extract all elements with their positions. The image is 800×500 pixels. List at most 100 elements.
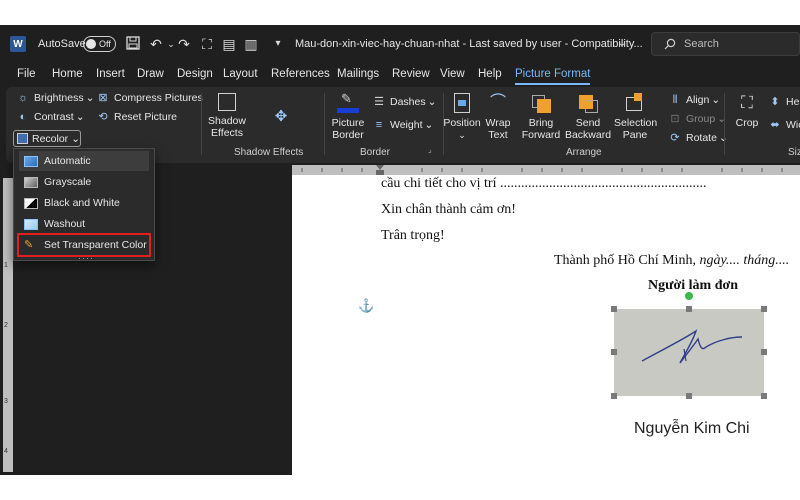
resize-handle[interactable]	[761, 349, 767, 355]
reset-picture-button[interactable]: ⟲ Reset Picture	[96, 111, 177, 123]
tab-file[interactable]: File	[17, 68, 36, 80]
selection-pane-label: Selection Pane	[614, 117, 658, 141]
tab-home[interactable]: Home	[52, 68, 83, 80]
menu-item-black-and-white[interactable]: Black and White	[19, 193, 149, 213]
title-dropdown-icon[interactable]: ⌄	[614, 36, 630, 52]
rotate-button[interactable]: ⟳ Rotate⌄	[668, 132, 727, 144]
crop-button[interactable]: ⛶ Crop	[732, 93, 762, 129]
tab-insert[interactable]: Insert	[96, 68, 125, 80]
tab-design[interactable]: Design	[177, 68, 213, 80]
align-icon: ⫴	[672, 94, 678, 106]
menu-item-grayscale[interactable]: Grayscale	[19, 172, 149, 192]
layout-icon[interactable]: ▥	[243, 36, 259, 52]
search-placeholder: Search	[684, 38, 719, 50]
place-date-rest: ngày.... tháng....	[695, 253, 790, 268]
place-date-line: Thành phố Hồ Chí Minh, ngày.... tháng...…	[554, 253, 789, 269]
picture-border-label: Picture Border	[331, 117, 365, 141]
menu-item-washout[interactable]: Washout	[19, 214, 149, 234]
width-label: Wic	[786, 119, 800, 131]
signature-image[interactable]	[614, 309, 764, 396]
customize-toolbar-icon[interactable]: ▾	[270, 36, 286, 52]
group-icon: ⊡	[670, 113, 680, 125]
tab-mailings[interactable]: Mailings	[337, 68, 379, 80]
recolor-button[interactable]: Recolor ⌄	[13, 130, 81, 147]
resize-handle[interactable]	[761, 306, 767, 312]
menu-item-label: Washout	[44, 218, 86, 230]
tab-references[interactable]: References	[271, 68, 330, 80]
menu-item-set-transparent-color[interactable]: ✎ Set Transparent Color	[17, 233, 151, 257]
automatic-icon	[24, 155, 38, 167]
picture-border-icon: ✎	[337, 92, 359, 113]
group-button[interactable]: ⊡ Group ⌄	[668, 113, 726, 125]
transparent-color-pen-icon: ✎	[24, 239, 34, 251]
title-bar: W AutoSave Off ↶ ⌄ ↷ ⛶ ▤ ▥ ▾ Mau-don-xin…	[0, 25, 800, 63]
align-button[interactable]: ⫴ Align ⌄	[668, 94, 720, 106]
brightness-button[interactable]: ☼ Brightness ⌄	[16, 92, 94, 104]
selection-pane-icon	[624, 93, 646, 113]
tab-view[interactable]: View	[440, 68, 465, 80]
wrap-text-button[interactable]: ⌒ Wrap Text	[482, 93, 514, 141]
rotate-handle[interactable]	[685, 292, 693, 300]
border-launcher-icon[interactable]: ⌟	[428, 145, 432, 154]
width-field[interactable]: ⬌ Wic	[768, 119, 800, 131]
tab-draw[interactable]: Draw	[137, 68, 164, 80]
anchor-icon: ⚓	[358, 298, 375, 313]
resize-handle[interactable]	[611, 306, 617, 312]
height-field[interactable]: ⬍ Hei	[768, 96, 800, 108]
table-grid-icon[interactable]: ▤	[221, 36, 237, 52]
selection-pane-button[interactable]: Selection Pane	[614, 93, 658, 141]
redo-icon[interactable]: ↷	[176, 36, 192, 52]
resize-handle[interactable]	[611, 349, 617, 355]
recolor-label: Recolor	[32, 132, 69, 145]
signer-name: Nguyễn Kim Chi	[634, 420, 750, 437]
document-line: cầu chi tiết cho vị trí ................…	[381, 176, 707, 191]
picture-border-button[interactable]: ✎ Picture Border	[328, 92, 368, 141]
autosave-toggle[interactable]: Off	[83, 36, 116, 52]
position-button[interactable]: Position ⌄	[443, 93, 481, 141]
chevron-down-icon: ⌄	[427, 96, 437, 108]
resize-handle[interactable]	[761, 393, 767, 399]
bring-forward-button[interactable]: Bring Forward	[518, 93, 564, 141]
tab-help[interactable]: Help	[478, 68, 502, 80]
signer-label: Người làm đơn	[648, 278, 739, 293]
shadow-effects-icon	[218, 93, 236, 111]
weight-label: Weight	[390, 119, 423, 131]
washout-icon	[24, 218, 38, 230]
compress-icon: ⊠	[98, 92, 108, 104]
bring-forward-label: Bring Forward	[521, 117, 561, 141]
compress-label: Compress Pictures	[114, 92, 203, 104]
undo-icon[interactable]: ↶	[148, 36, 164, 52]
tab-review[interactable]: Review	[392, 68, 430, 80]
tab-layout[interactable]: Layout	[223, 68, 258, 80]
reset-picture-icon: ⟲	[98, 111, 108, 123]
send-backward-button[interactable]: Send Backward	[564, 93, 612, 141]
weight-button[interactable]: ≡ Weight ⌄	[372, 119, 434, 131]
position-icon	[454, 93, 470, 113]
save-icon[interactable]	[125, 36, 141, 52]
toggle-knob-icon	[86, 39, 96, 49]
search-icon	[664, 38, 676, 50]
compress-pictures-button[interactable]: ⊠ Compress Pictures	[96, 92, 203, 104]
crop-icon[interactable]: ⛶	[199, 36, 215, 52]
resize-handle[interactable]	[686, 393, 692, 399]
send-backward-icon	[577, 93, 599, 113]
chevron-down-icon: ⌄	[75, 111, 85, 123]
place-date-city: Thành phố Hồ Chí Minh,	[554, 253, 696, 268]
dashes-button[interactable]: ☰ Dashes ⌄	[372, 96, 436, 108]
chevron-down-icon: ⌄	[424, 119, 434, 131]
crop-large-icon: ⛶	[741, 93, 753, 112]
contrast-button[interactable]: ◐ Contrast ⌄	[16, 111, 85, 123]
tab-picture-format[interactable]: Picture Format	[515, 68, 591, 85]
horizontal-ruler	[292, 165, 800, 175]
resize-handle[interactable]	[611, 393, 617, 399]
menu-resize-grip-icon[interactable]: ····	[78, 253, 94, 263]
resize-handle[interactable]	[686, 306, 692, 312]
shadow-nudge-icon[interactable]: ✥	[256, 93, 306, 138]
menu-item-automatic[interactable]: Automatic	[19, 151, 149, 171]
shadow-effects-button[interactable]: Shadow Effects	[207, 93, 247, 139]
document-title: Mau-don-xin-viec-hay-chuan-nhat - Last s…	[295, 38, 643, 50]
ruler-ticks	[301, 165, 783, 175]
search-input[interactable]: Search	[651, 32, 800, 56]
group-label: Group	[686, 113, 716, 125]
menu-item-label: Grayscale	[44, 176, 92, 188]
